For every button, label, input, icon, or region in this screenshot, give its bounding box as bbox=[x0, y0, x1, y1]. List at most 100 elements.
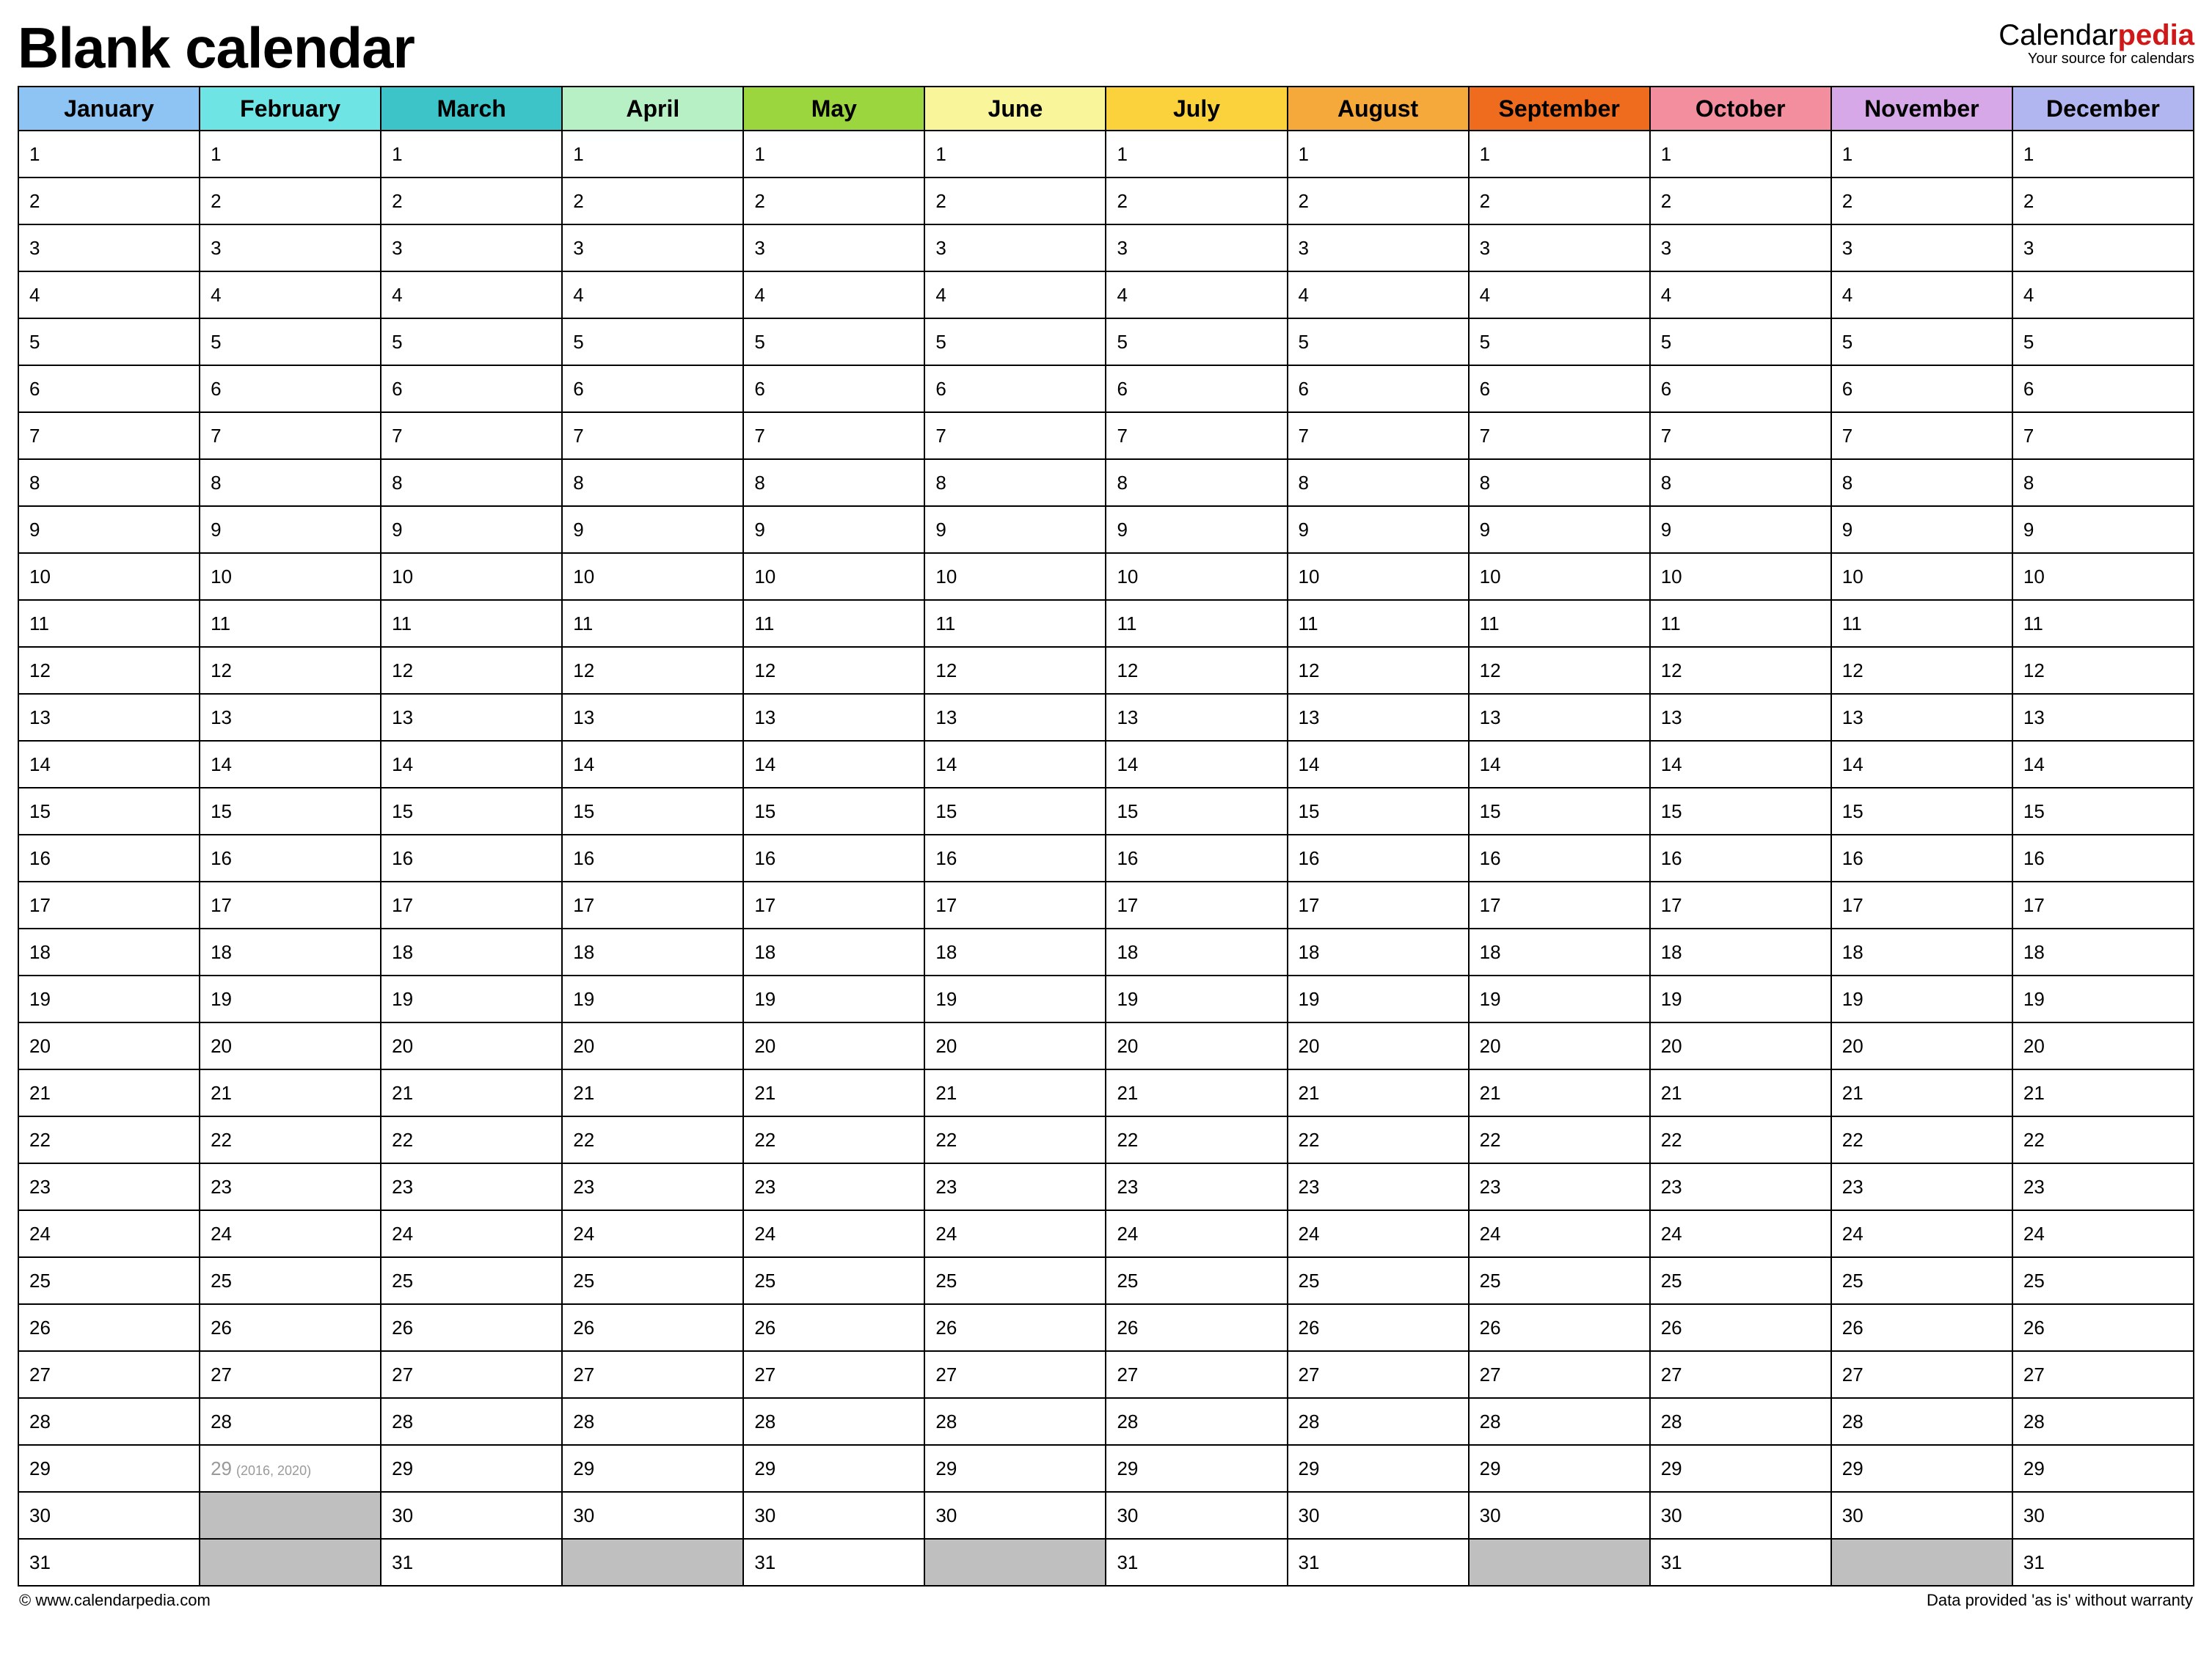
day-cell: 22 bbox=[1288, 1116, 1469, 1163]
day-cell: 24 bbox=[1106, 1210, 1287, 1257]
day-cell: 19 bbox=[1288, 976, 1469, 1022]
day-cell: 4 bbox=[1469, 271, 1650, 318]
day-cell: 2 bbox=[562, 178, 743, 224]
calendar-table: JanuaryFebruaryMarchAprilMayJuneJulyAugu… bbox=[18, 86, 2194, 1587]
day-cell: 1 bbox=[200, 131, 381, 178]
day-cell: 12 bbox=[1106, 647, 1287, 694]
day-cell: 4 bbox=[1650, 271, 1831, 318]
day-cell: 24 bbox=[18, 1210, 200, 1257]
day-cell: 21 bbox=[381, 1069, 562, 1116]
day-cell: 3 bbox=[1288, 224, 1469, 271]
day-cell: 14 bbox=[381, 741, 562, 788]
day-cell: 10 bbox=[924, 553, 1106, 600]
day-cell: 25 bbox=[1469, 1257, 1650, 1304]
month-header-august: August bbox=[1288, 87, 1469, 131]
day-cell: 15 bbox=[1469, 788, 1650, 835]
day-cell: 30 bbox=[1288, 1492, 1469, 1539]
month-header-april: April bbox=[562, 87, 743, 131]
day-cell: 19 bbox=[2012, 976, 2194, 1022]
day-cell bbox=[1469, 1539, 1650, 1586]
day-cell: 30 bbox=[924, 1492, 1106, 1539]
day-cell: 17 bbox=[1650, 882, 1831, 929]
day-cell bbox=[1831, 1539, 2012, 1586]
day-cell: 7 bbox=[381, 412, 562, 459]
day-cell: 8 bbox=[18, 459, 200, 506]
day-cell: 27 bbox=[2012, 1351, 2194, 1398]
day-cell: 7 bbox=[743, 412, 924, 459]
day-cell: 26 bbox=[1831, 1304, 2012, 1351]
day-row: 121212121212121212121212 bbox=[18, 647, 2194, 694]
day-cell: 29 bbox=[2012, 1445, 2194, 1492]
day-cell: 12 bbox=[924, 647, 1106, 694]
day-cell: 12 bbox=[1469, 647, 1650, 694]
day-cell: 11 bbox=[18, 600, 200, 647]
day-cell: 6 bbox=[1831, 365, 2012, 412]
day-cell: 21 bbox=[1288, 1069, 1469, 1116]
day-cell: 28 bbox=[1288, 1398, 1469, 1445]
day-cell: 30 bbox=[1106, 1492, 1287, 1539]
day-cell: 29 bbox=[743, 1445, 924, 1492]
day-cell: 13 bbox=[18, 694, 200, 741]
day-cell: 20 bbox=[562, 1022, 743, 1069]
day-cell: 24 bbox=[562, 1210, 743, 1257]
day-cell: 26 bbox=[562, 1304, 743, 1351]
day-cell: 26 bbox=[743, 1304, 924, 1351]
day-cell: 29 bbox=[18, 1445, 200, 1492]
day-cell: 10 bbox=[381, 553, 562, 600]
day-cell: 20 bbox=[1288, 1022, 1469, 1069]
day-cell: 11 bbox=[562, 600, 743, 647]
day-cell: 13 bbox=[2012, 694, 2194, 741]
day-cell: 29 bbox=[562, 1445, 743, 1492]
brand-name: Calendarpedia bbox=[1999, 19, 2194, 52]
day-cell: 25 bbox=[924, 1257, 1106, 1304]
day-cell: 7 bbox=[18, 412, 200, 459]
day-cell: 2 bbox=[743, 178, 924, 224]
month-header-december: December bbox=[2012, 87, 2194, 131]
day-cell: 8 bbox=[2012, 459, 2194, 506]
day-row: 666666666666 bbox=[18, 365, 2194, 412]
day-cell: 27 bbox=[381, 1351, 562, 1398]
day-row: 171717171717171717171717 bbox=[18, 882, 2194, 929]
day-cell: 22 bbox=[743, 1116, 924, 1163]
day-cell: 23 bbox=[743, 1163, 924, 1210]
day-cell: 29 bbox=[924, 1445, 1106, 1492]
day-cell: 21 bbox=[2012, 1069, 2194, 1116]
day-cell: 16 bbox=[1469, 835, 1650, 882]
day-cell: 15 bbox=[18, 788, 200, 835]
day-cell: 3 bbox=[743, 224, 924, 271]
day-cell: 6 bbox=[1469, 365, 1650, 412]
day-cell: 31 bbox=[2012, 1539, 2194, 1586]
day-cell: 3 bbox=[1650, 224, 1831, 271]
day-cell: 19 bbox=[924, 976, 1106, 1022]
day-cell: 30 bbox=[1831, 1492, 2012, 1539]
day-cell: 12 bbox=[743, 647, 924, 694]
day-cell: 3 bbox=[1469, 224, 1650, 271]
day-cell: 20 bbox=[743, 1022, 924, 1069]
day-cell: 19 bbox=[381, 976, 562, 1022]
day-cell: 17 bbox=[1831, 882, 2012, 929]
day-cell: 3 bbox=[381, 224, 562, 271]
day-cell: 18 bbox=[1106, 929, 1287, 976]
day-cell: 10 bbox=[1650, 553, 1831, 600]
day-cell: 15 bbox=[381, 788, 562, 835]
day-cell: 31 bbox=[743, 1539, 924, 1586]
day-cell: 6 bbox=[200, 365, 381, 412]
day-cell: 13 bbox=[381, 694, 562, 741]
day-cell: 8 bbox=[1650, 459, 1831, 506]
day-cell: 16 bbox=[924, 835, 1106, 882]
day-cell: 7 bbox=[2012, 412, 2194, 459]
day-cell: 7 bbox=[1288, 412, 1469, 459]
day-row: 282828282828282828282828 bbox=[18, 1398, 2194, 1445]
footer-left: © www.calendarpedia.com bbox=[19, 1591, 211, 1610]
day-cell: 3 bbox=[200, 224, 381, 271]
day-cell: 13 bbox=[1106, 694, 1287, 741]
day-cell: 12 bbox=[1650, 647, 1831, 694]
day-cell: 28 bbox=[924, 1398, 1106, 1445]
day-cell: 11 bbox=[743, 600, 924, 647]
day-cell: 17 bbox=[2012, 882, 2194, 929]
day-cell: 4 bbox=[743, 271, 924, 318]
day-cell: 25 bbox=[1650, 1257, 1831, 1304]
day-cell: 16 bbox=[743, 835, 924, 882]
footer-right: Data provided 'as is' without warranty bbox=[1927, 1591, 2193, 1610]
day-cell: 15 bbox=[2012, 788, 2194, 835]
